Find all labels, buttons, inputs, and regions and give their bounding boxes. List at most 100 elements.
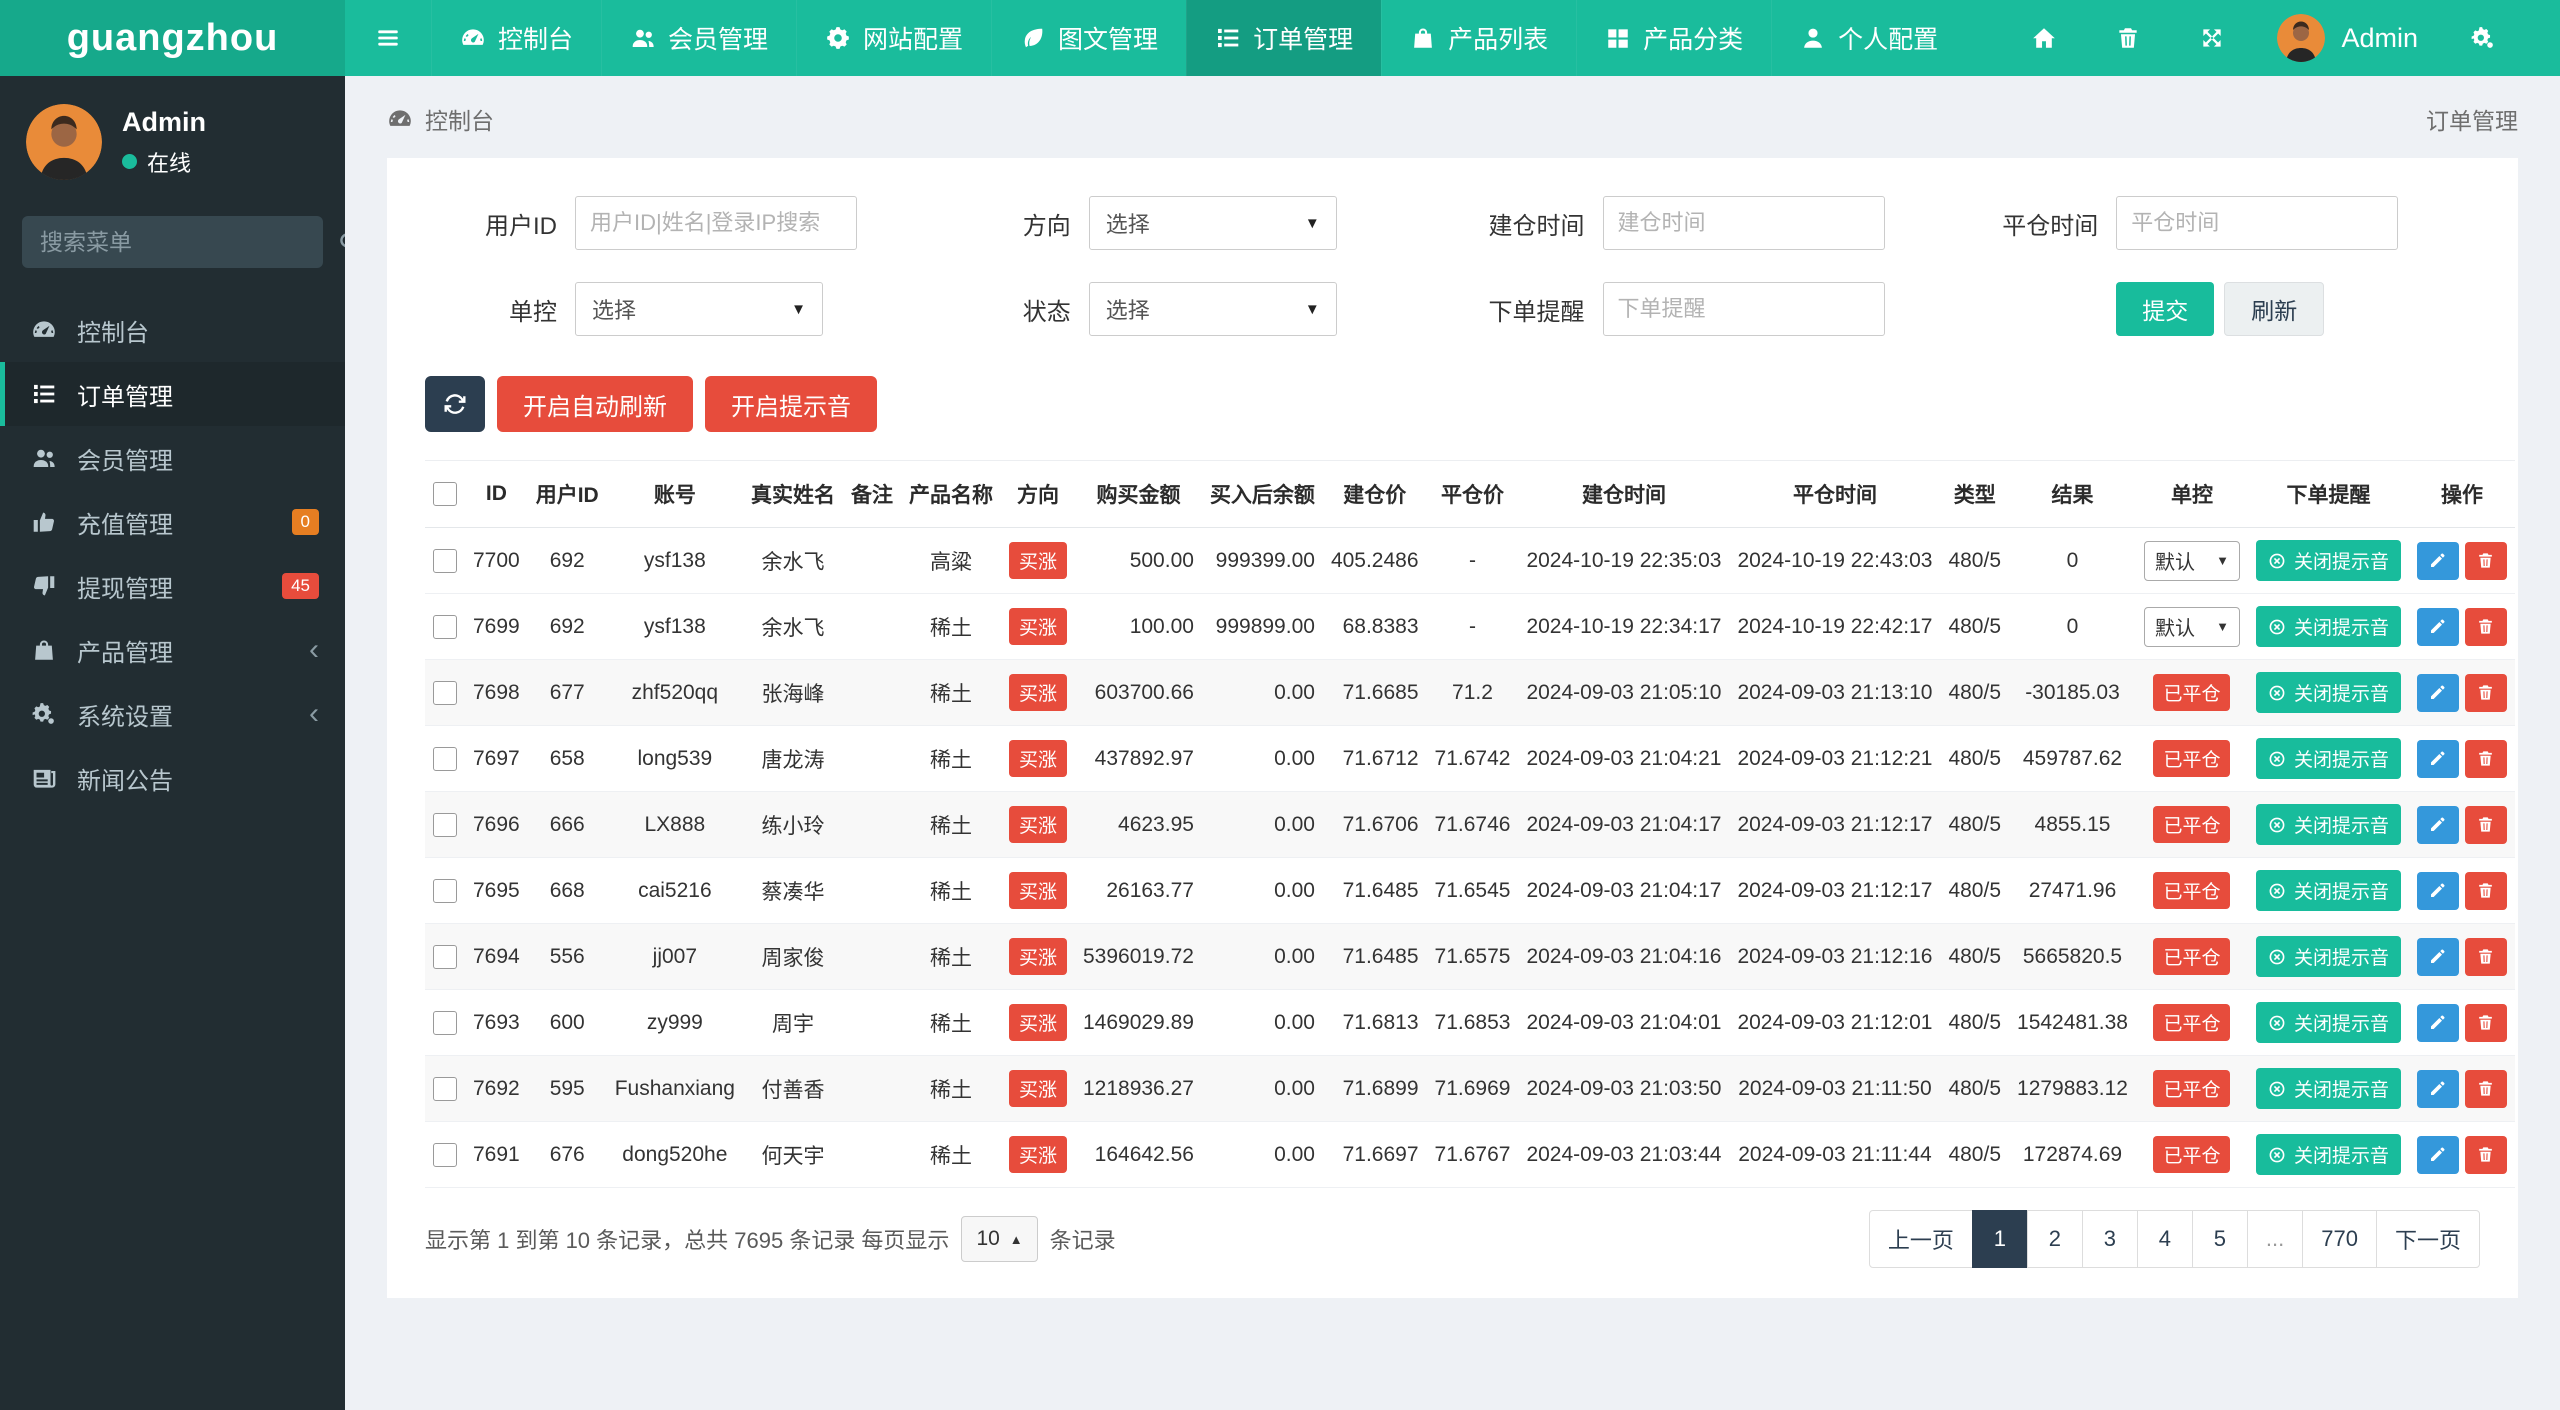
row-checkbox[interactable] <box>433 548 457 573</box>
delete-button[interactable] <box>2464 1135 2507 1174</box>
status-select[interactable]: 选择 ▼ <box>1088 282 1337 336</box>
delete-button[interactable] <box>2464 1003 2507 1042</box>
close-alert-button[interactable]: 关闭提示音 <box>2255 1134 2401 1175</box>
refresh-table-button[interactable] <box>425 376 485 432</box>
close-time-input[interactable] <box>2116 196 2399 250</box>
pagination-page[interactable]: 上一页 <box>1868 1210 1973 1268</box>
cell-account: dong520he <box>606 1121 743 1188</box>
home-button[interactable] <box>2009 0 2079 76</box>
close-alert-button[interactable]: 关闭提示音 <box>2255 1002 2401 1043</box>
nav-item-gear[interactable]: 网站配置 <box>796 0 991 76</box>
cell-open-time: 2024-09-03 21:04:16 <box>1518 923 1730 990</box>
open-time-input[interactable] <box>1602 196 1885 250</box>
pagination-page[interactable]: 5 <box>2191 1210 2248 1268</box>
delete-button[interactable] <box>2464 607 2507 646</box>
control-select[interactable]: 默认 ▼ <box>2143 540 2240 581</box>
sound-toggle-button[interactable]: 开启提示音 <box>705 376 877 432</box>
close-alert-button[interactable]: 关闭提示音 <box>2255 738 2401 779</box>
row-checkbox[interactable] <box>433 1142 457 1167</box>
cell-direction: 买涨 <box>1000 1121 1075 1188</box>
delete-button[interactable] <box>2464 937 2507 976</box>
page-size-dropdown[interactable]: 10 ▲ <box>961 1216 1038 1262</box>
sidebar-item-thumbs-down[interactable]: 提现管理 45 <box>0 554 345 618</box>
pagination-page[interactable]: 下一页 <box>2375 1210 2480 1268</box>
edit-button[interactable] <box>2416 673 2459 712</box>
row-checkbox[interactable] <box>433 614 457 639</box>
sidebar-item-news[interactable]: 新闻公告 <box>0 746 345 810</box>
nav-item-bag[interactable]: 产品列表 <box>1381 0 1576 76</box>
close-alert-button[interactable]: 关闭提示音 <box>2255 936 2401 977</box>
delete-button[interactable] <box>2464 1069 2507 1108</box>
edit-button[interactable] <box>2416 739 2459 778</box>
edit-button[interactable] <box>2416 805 2459 844</box>
auto-refresh-button[interactable]: 开启自动刷新 <box>497 376 693 432</box>
pagination-page[interactable]: 3 <box>2081 1210 2138 1268</box>
user-menu[interactable]: Admin <box>2261 14 2434 62</box>
sidebar-item-thumbs-up[interactable]: 充值管理 0 <box>0 490 345 554</box>
edit-button[interactable] <box>2416 1069 2459 1108</box>
row-checkbox[interactable] <box>433 812 457 837</box>
sidebar-item-dashboard[interactable]: 控制台 <box>0 298 345 362</box>
settings-button[interactable] <box>2448 0 2518 76</box>
sidebar-toggle-button[interactable] <box>345 0 431 76</box>
row-checkbox[interactable] <box>433 878 457 903</box>
pagination-page[interactable]: 2 <box>2026 1210 2083 1268</box>
refresh-button[interactable]: 刷新 <box>2224 282 2325 336</box>
row-checkbox[interactable] <box>433 680 457 705</box>
nav-item-list[interactable]: 订单管理 <box>1186 0 1382 76</box>
delete-button[interactable] <box>2464 541 2507 580</box>
breadcrumb-label[interactable]: 控制台 <box>425 102 494 136</box>
nav-item-dashboard[interactable]: 控制台 <box>431 0 601 76</box>
cell-select <box>425 791 465 858</box>
edit-button[interactable] <box>2416 937 2459 976</box>
sidebar-item-label: 充值管理 <box>77 511 173 539</box>
select-value: 选择 <box>1105 298 1150 323</box>
submit-button[interactable]: 提交 <box>2116 282 2215 336</box>
close-alert-button[interactable]: 关闭提示音 <box>2255 540 2401 581</box>
cell-close-time: 2024-10-19 22:43:03 <box>1729 527 1941 594</box>
close-alert-button[interactable]: 关闭提示音 <box>2255 870 2401 911</box>
brand-logo[interactable]: guangzhou <box>0 0 345 76</box>
pagination-page[interactable]: 1 <box>1971 1210 2028 1268</box>
cell-open-time: 2024-09-03 21:05:10 <box>1518 659 1730 726</box>
nav-item-user[interactable]: 个人配置 <box>1771 0 1966 76</box>
sidebar-item-gears[interactable]: 系统设置 ‹ <box>0 682 345 746</box>
nav-item-users[interactable]: 会员管理 <box>601 0 796 76</box>
close-alert-button[interactable]: 关闭提示音 <box>2255 606 2401 647</box>
control-select[interactable]: 选择 ▼ <box>575 282 823 336</box>
row-checkbox[interactable] <box>433 944 457 969</box>
sidebar-search-input[interactable] <box>40 228 336 256</box>
bag-icon <box>1410 25 1436 51</box>
sidebar-item-users[interactable]: 会员管理 <box>0 426 345 490</box>
user-id-input[interactable] <box>575 196 857 250</box>
delete-button[interactable] <box>2464 739 2507 778</box>
delete-button[interactable] <box>2464 805 2507 844</box>
nav-item-grid[interactable]: 产品分类 <box>1576 0 1771 76</box>
edit-button[interactable] <box>2416 1135 2459 1174</box>
nav-item-leaf[interactable]: 图文管理 <box>991 0 1186 76</box>
delete-button[interactable] <box>2464 673 2507 712</box>
gears-icon <box>2470 25 2496 51</box>
direction-select[interactable]: 选择 ▼ <box>1088 196 1337 250</box>
edit-button[interactable] <box>2416 607 2459 646</box>
close-alert-label: 关闭提示音 <box>2293 816 2389 837</box>
edit-button[interactable] <box>2416 541 2459 580</box>
fullscreen-button[interactable] <box>2177 0 2247 76</box>
order-alert-input[interactable] <box>1602 282 1885 336</box>
row-checkbox[interactable] <box>433 1010 457 1035</box>
close-alert-button[interactable]: 关闭提示音 <box>2255 1068 2401 1109</box>
sidebar-item-list[interactable]: 订单管理 <box>0 362 345 426</box>
edit-button[interactable] <box>2416 871 2459 910</box>
control-select[interactable]: 默认 ▼ <box>2143 606 2240 647</box>
pagination-page[interactable]: 770 <box>2302 1210 2377 1268</box>
sidebar-item-bag[interactable]: 产品管理 ‹ <box>0 618 345 682</box>
close-alert-button[interactable]: 关闭提示音 <box>2255 672 2401 713</box>
row-checkbox[interactable] <box>433 746 457 771</box>
delete-button[interactable] <box>2464 871 2507 910</box>
edit-button[interactable] <box>2416 1003 2459 1042</box>
select-all-checkbox[interactable] <box>433 482 457 507</box>
row-checkbox[interactable] <box>433 1076 457 1101</box>
close-alert-button[interactable]: 关闭提示音 <box>2255 804 2401 845</box>
pagination-page[interactable]: 4 <box>2136 1210 2193 1268</box>
clear-cache-button[interactable] <box>2093 0 2163 76</box>
